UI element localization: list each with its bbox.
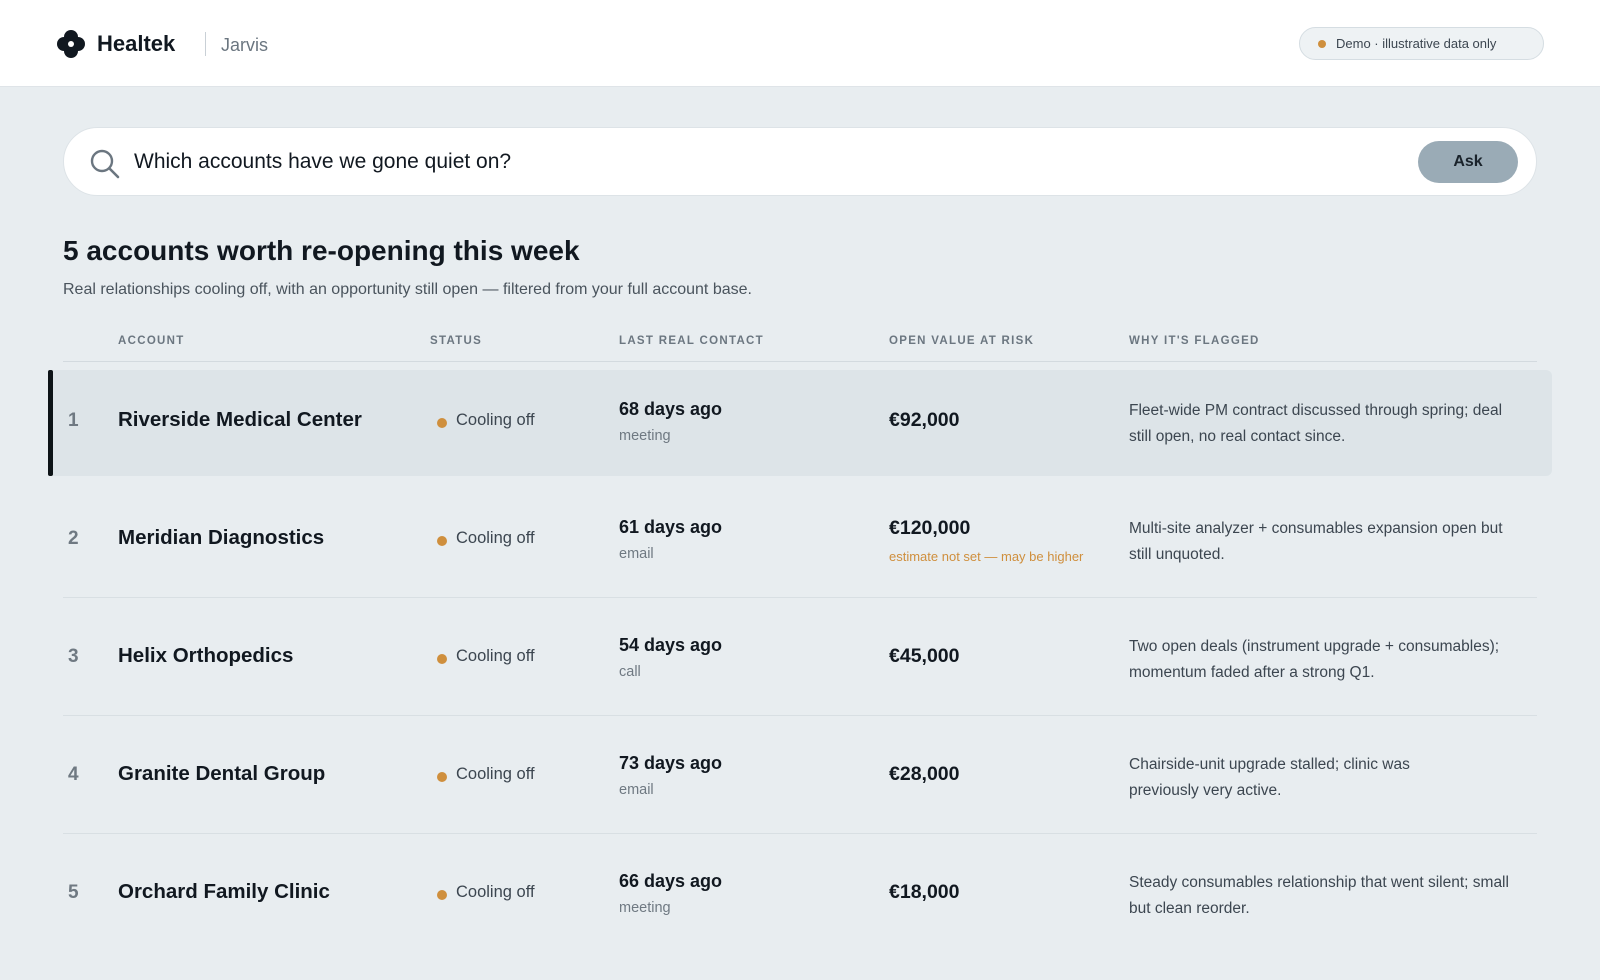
last-contact-channel: meeting	[619, 900, 671, 916]
column-header-why-flagged[interactable]: WHY IT'S FLAGGED	[1129, 335, 1260, 347]
status-label: Cooling off	[456, 883, 535, 901]
demo-status-dot-icon	[1318, 40, 1326, 48]
open-value: €28,000	[889, 763, 960, 785]
row-rank: 1	[68, 410, 79, 431]
table-row[interactable]: 3 Helix Orthopedics Cooling off 54 days …	[63, 598, 1537, 716]
flag-reason: Multi-site analyzer + consumables expans…	[1129, 520, 1503, 563]
demo-badge-text: Demo · illustrative data only	[1336, 36, 1497, 51]
last-contact-days: 61 days ago	[619, 517, 723, 537]
account-name[interactable]: Riverside Medical Center	[118, 408, 362, 432]
product-name: Jarvis	[221, 35, 269, 55]
last-contact-days: 68 days ago	[619, 399, 723, 419]
selected-row-indicator	[48, 370, 53, 476]
search-icon	[90, 149, 120, 179]
last-contact-channel: meeting	[619, 428, 671, 444]
search-input[interactable]	[134, 144, 1334, 180]
column-header-status[interactable]: STATUS	[430, 335, 482, 347]
table-header: ACCOUNT STATUS LAST REAL CONTACT OPEN VA…	[63, 330, 1537, 362]
search-bar[interactable]: Ask	[63, 127, 1537, 196]
demo-badge: Demo · illustrative data only	[1299, 27, 1544, 60]
open-value: €120,000	[889, 517, 971, 539]
open-value: €18,000	[889, 881, 960, 903]
flag-reason: Two open deals (instrument upgrade + con…	[1129, 638, 1500, 681]
last-contact-channel: email	[619, 546, 654, 562]
table-row[interactable]: 1 Riverside Medical Center Cooling off 6…	[48, 370, 1552, 476]
row-rank: 5	[68, 882, 79, 903]
status-label: Cooling off	[456, 647, 535, 665]
column-header-open-value[interactable]: OPEN VALUE AT RISK	[889, 335, 1034, 347]
flag-reason: Fleet-wide PM contract discussed through…	[1129, 402, 1503, 445]
status-label: Cooling off	[456, 411, 535, 429]
account-name[interactable]: Granite Dental Group	[118, 762, 325, 786]
row-rank: 2	[68, 528, 79, 549]
account-name[interactable]: Meridian Diagnostics	[118, 526, 324, 550]
brand-divider	[205, 32, 206, 56]
status-dot-icon	[437, 418, 447, 428]
table-row[interactable]: 4 Granite Dental Group Cooling off 73 da…	[63, 716, 1537, 834]
table-row[interactable]: 5 Orchard Family Clinic Cooling off 66 d…	[63, 834, 1537, 952]
ask-button[interactable]: Ask	[1418, 141, 1518, 183]
last-contact-days: 73 days ago	[619, 753, 723, 773]
top-bar: Healtek Jarvis Demo · illustrative data …	[0, 0, 1600, 87]
healtek-logo-icon	[57, 30, 85, 58]
account-name[interactable]: Helix Orthopedics	[118, 644, 293, 668]
row-rank: 4	[68, 764, 79, 785]
status-dot-icon	[437, 772, 447, 782]
table-row[interactable]: 2 Meridian Diagnostics Cooling off 61 da…	[63, 480, 1537, 598]
account-name[interactable]: Orchard Family Clinic	[118, 880, 330, 904]
status-dot-icon	[437, 536, 447, 546]
page-subtitle: Real relationships cooling off, with an …	[63, 281, 752, 298]
column-header-last-contact[interactable]: LAST REAL CONTACT	[619, 335, 764, 347]
flag-reason: Steady consumables relationship that wen…	[1129, 874, 1509, 917]
column-header-account[interactable]: ACCOUNT	[118, 335, 185, 347]
last-contact-days: 66 days ago	[619, 871, 723, 891]
open-value: €45,000	[889, 645, 960, 667]
flag-reason: Chairside-unit upgrade stalled; clinic w…	[1129, 756, 1410, 799]
last-contact-channel: email	[619, 782, 654, 798]
open-value: €92,000	[889, 409, 960, 431]
last-contact-days: 54 days ago	[619, 635, 723, 655]
brand-name[interactable]: Healtek	[97, 29, 175, 59]
status-dot-icon	[437, 654, 447, 664]
row-rank: 3	[68, 646, 79, 667]
status-label: Cooling off	[456, 529, 535, 547]
last-contact-channel: call	[619, 664, 641, 680]
open-value-note: estimate not set — may be higher	[889, 549, 1084, 564]
page-title: 5 accounts worth re-opening this week	[63, 235, 580, 266]
status-label: Cooling off	[456, 765, 535, 783]
status-dot-icon	[437, 890, 447, 900]
